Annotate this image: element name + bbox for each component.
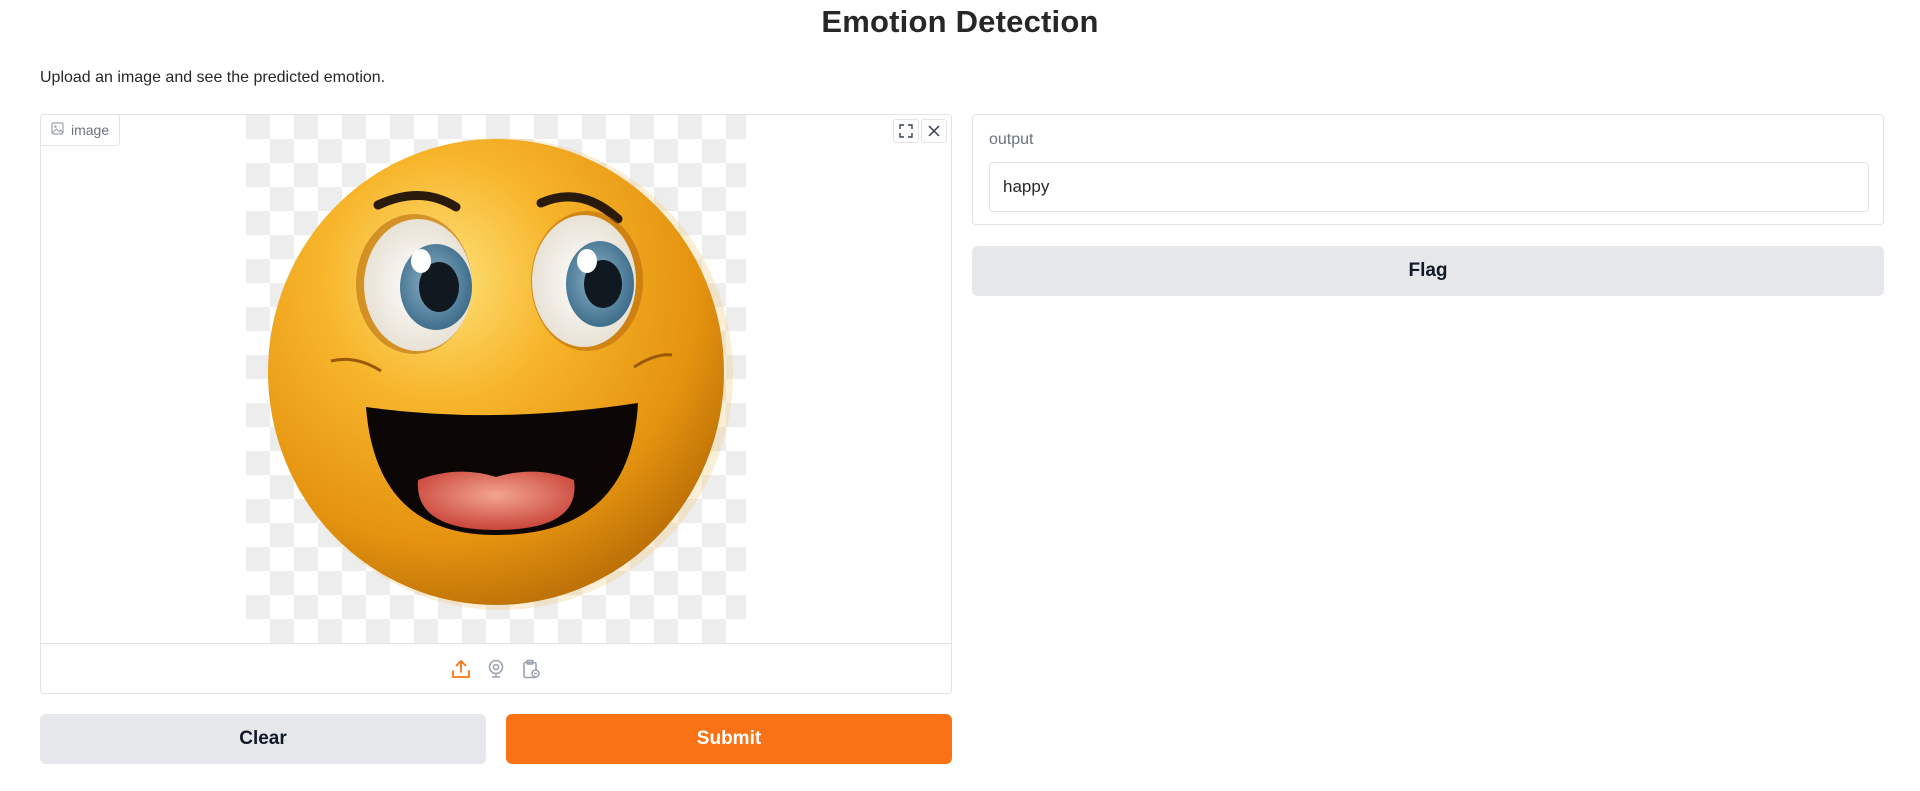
webcam-icon[interactable] (483, 656, 509, 682)
output-textbox[interactable]: happy (989, 162, 1869, 212)
image-source-bar (41, 643, 951, 693)
image-drop-area[interactable] (41, 115, 951, 643)
page-title: Emotion Detection (821, 4, 1099, 39)
image-input-label-text: image (71, 122, 110, 138)
uploaded-image-preview (246, 115, 746, 643)
output-panel: output happy (972, 114, 1884, 225)
page-description: Upload an image and see the predicted em… (40, 69, 386, 86)
image-icon (51, 122, 64, 138)
flag-button[interactable]: Flag (972, 246, 1884, 296)
image-input-label: image (41, 115, 121, 146)
image-actions (893, 115, 951, 143)
clear-button[interactable]: Clear (40, 714, 486, 764)
submit-button[interactable]: Submit (506, 714, 952, 764)
clipboard-icon[interactable] (518, 656, 544, 682)
image-input-panel: image (40, 114, 952, 694)
close-icon[interactable] (921, 119, 947, 143)
fullscreen-icon[interactable] (893, 119, 919, 143)
output-label: output (989, 131, 1034, 148)
upload-icon[interactable] (448, 656, 474, 682)
